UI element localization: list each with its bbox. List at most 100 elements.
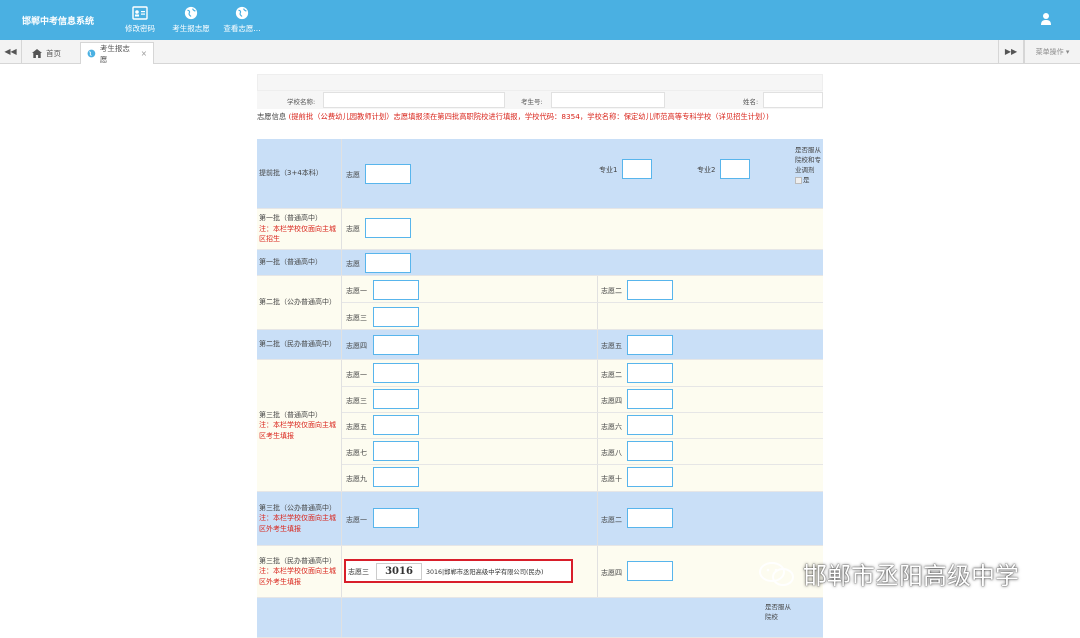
exam-number-field	[551, 92, 665, 108]
choice-2-input[interactable]	[627, 508, 673, 528]
section-category: 第二批（公办普通高中）	[257, 276, 342, 329]
choice-label: 志愿	[346, 260, 360, 268]
choice-9-input[interactable]	[373, 467, 419, 487]
choice-1-input[interactable]	[373, 280, 419, 300]
change-password-button[interactable]: 修改密码	[116, 4, 164, 36]
choice-4-label: 志愿四	[601, 569, 622, 577]
id-card-icon	[132, 6, 148, 20]
choice-3-input[interactable]	[373, 307, 419, 327]
wechat-icon	[759, 561, 794, 586]
major1-label: 专业1	[599, 166, 618, 174]
choice-2-label: 志愿二	[601, 287, 622, 295]
tab-close-icon[interactable]: ×	[141, 49, 147, 58]
section-category: 第一批（普通高中）	[257, 250, 342, 275]
choice-label: 志愿	[346, 225, 360, 233]
student-name-field	[763, 92, 823, 108]
choice-8-input[interactable]	[627, 441, 673, 461]
choice-input[interactable]	[365, 253, 411, 273]
notice-lead: 志愿信息	[257, 112, 287, 121]
globe-icon	[235, 6, 249, 20]
choice-10-input[interactable]	[627, 467, 673, 487]
section-early-batch: 提前批（3+4本科） 志愿 专业1 专业2 是否服从院校和专业调剂是	[257, 139, 823, 209]
choice-1-input[interactable]	[373, 363, 419, 383]
choice-label: 志愿	[346, 171, 360, 179]
notice-red: (提前批（公费幼儿园教师计划）志愿填报须在第四批高职院校进行填报，学校代码：83…	[288, 112, 769, 121]
choice-1-input[interactable]	[373, 508, 419, 528]
double-left-icon: ◀◀	[4, 47, 17, 56]
choice-input[interactable]	[365, 218, 411, 238]
section-second-batch-public: 第二批（公办普通高中） 志愿一 志愿二 志愿三	[257, 276, 823, 330]
form-header-bar	[257, 74, 823, 91]
choice-5-input[interactable]	[373, 415, 419, 435]
section-first-batch: 第一批（普通高中） 志愿	[257, 250, 823, 276]
double-right-icon: ▶▶	[1004, 47, 1018, 56]
school-name-label: 学校名称:	[287, 98, 316, 106]
tab-apply-choices[interactable]: 考生报志愿 ×	[80, 42, 154, 64]
choice-2-input[interactable]	[627, 280, 673, 300]
school-code-input[interactable]: 3016	[376, 563, 422, 580]
choice-4-label: 志愿四	[601, 397, 622, 405]
choice-7-label: 志愿七	[346, 449, 367, 457]
section-category: 第一批（普通高中） 注：本栏学校仅面向主城区招生	[257, 209, 342, 249]
adjust-label: 是否服从院校	[765, 603, 791, 621]
choice-3-input[interactable]	[373, 389, 419, 409]
apply-choices-button[interactable]: 考生报志愿	[167, 4, 215, 36]
menu-operations-button[interactable]: 菜单操作 ▾	[1024, 40, 1080, 63]
choice-6-label: 志愿六	[601, 423, 622, 431]
apply-choices-label: 考生报志愿	[172, 24, 210, 33]
choice-4-input[interactable]	[373, 335, 419, 355]
choice-5-input[interactable]	[627, 335, 673, 355]
major1-input[interactable]	[622, 159, 652, 179]
choice-input[interactable]	[365, 164, 411, 184]
tab-bar: ◀◀ 首页 考生报志愿 × ▶▶ 菜单操作 ▾	[0, 40, 1080, 64]
view-choices-button[interactable]: 查看志愿...	[218, 4, 266, 36]
choice-2-label: 志愿二	[601, 371, 622, 379]
tab-home[interactable]: 首页	[26, 42, 67, 64]
student-info-row: 学校名称: 考生号: 姓名:	[257, 91, 823, 109]
user-icon[interactable]	[1040, 12, 1052, 26]
choice-5-label: 志愿五	[346, 423, 367, 431]
section-category: 第三批（普通高中） 注：本栏学校仅面向主城区考生填报	[257, 360, 342, 491]
section-next-batch: 是否服从院校	[257, 598, 823, 638]
major2-label: 专业2	[697, 166, 716, 174]
choice-10-label: 志愿十	[601, 475, 622, 483]
choice-9-label: 志愿九	[346, 475, 367, 483]
choice-4-input[interactable]	[627, 389, 673, 409]
school-name-field	[323, 92, 505, 108]
choice-1-label: 志愿一	[346, 516, 367, 524]
choice-3-label: 志愿三	[346, 314, 367, 322]
student-name-label: 姓名:	[743, 98, 759, 106]
tab-apply-label: 考生报志愿	[99, 43, 130, 64]
section-category: 第三批（公办普通高中） 注：本栏学校仅面向主城区外考生填报	[257, 492, 342, 545]
choice-4-label: 志愿四	[346, 342, 367, 350]
section-third-batch: 第三批（普通高中） 注：本栏学校仅面向主城区考生填报 志愿一 志愿二 志愿三 志愿…	[257, 360, 823, 492]
section-first-batch-main: 第一批（普通高中） 注：本栏学校仅面向主城区招生 志愿	[257, 209, 823, 250]
choice-2-input[interactable]	[627, 363, 673, 383]
adjust-yes-label: 是	[803, 176, 810, 184]
change-password-label: 修改密码	[125, 24, 155, 33]
section-category	[257, 598, 342, 637]
section-category: 第三批（民办普通高中） 注：本栏学校仅面向主城区外考生填报	[257, 546, 342, 597]
school-name-value: 3016|邯郸市丞阳高级中学有限公司(民办)	[426, 569, 544, 576]
highlighted-choice-3: 志愿三 3016 3016|邯郸市丞阳高级中学有限公司(民办)	[344, 559, 573, 583]
notice-text: 志愿信息 (提前批（公费幼儿园教师计划）志愿填报须在第四批高职院校进行填报，学校…	[257, 111, 817, 123]
adjust-checkbox[interactable]	[795, 176, 802, 184]
top-bar: 邯郸中考信息系统 修改密码 考生报志愿 查看志愿...	[0, 0, 1080, 40]
app-title: 邯郸中考信息系统	[22, 17, 95, 27]
globe-icon	[87, 49, 96, 58]
choice-3-label: 志愿三	[346, 397, 367, 405]
scroll-left-button[interactable]: ◀◀	[0, 40, 22, 63]
major2-input[interactable]	[720, 159, 750, 179]
exam-number-label: 考生号:	[521, 98, 543, 106]
choice-1-label: 志愿一	[346, 287, 367, 295]
choice-4-input[interactable]	[627, 561, 673, 581]
choice-1-label: 志愿一	[346, 371, 367, 379]
choice-7-input[interactable]	[373, 441, 419, 461]
choice-2-label: 志愿二	[601, 516, 622, 524]
adjust-label: 是否服从院校和专业调剂是	[795, 146, 821, 184]
choice-5-label: 志愿五	[601, 342, 622, 350]
scroll-right-button[interactable]: ▶▶	[998, 40, 1024, 63]
choice-6-input[interactable]	[627, 415, 673, 435]
watermark-text: 邯郸市丞阳高级中学	[803, 562, 1019, 590]
home-icon	[32, 48, 42, 58]
